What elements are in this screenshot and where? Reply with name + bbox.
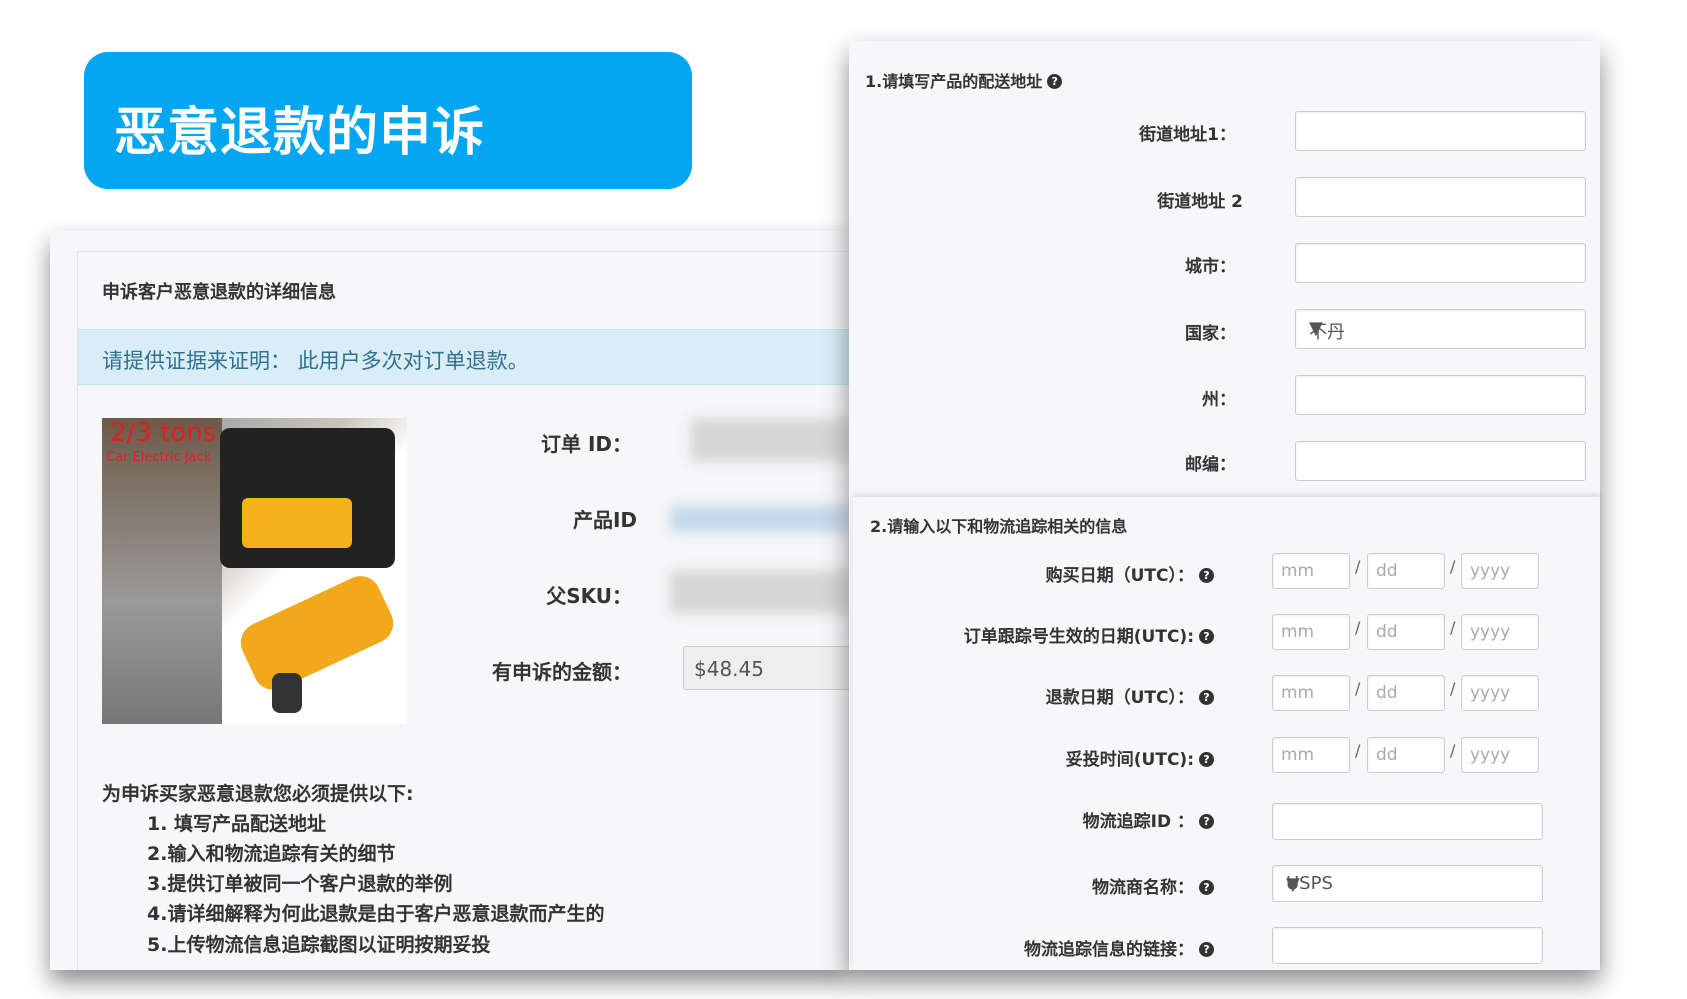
banner-title: 恶意退款的申诉	[114, 103, 486, 163]
date-label: 妥投时间(UTC):?	[914, 745, 1214, 770]
date-separator: /	[1450, 679, 1456, 698]
help-icon[interactable]: ?	[1199, 752, 1214, 767]
instruction-item: 4.请详细解释为何此退款是由于客户恶意退款而产生的	[147, 903, 605, 925]
date-mm-input[interactable]: mm	[1272, 737, 1350, 773]
date-separator: /	[1450, 741, 1456, 760]
panel-heading: 申诉客户恶意退款的详细信息	[102, 282, 336, 303]
street2-label: 街道地址 2	[1157, 192, 1243, 212]
city-label: 城市：	[1185, 257, 1236, 277]
tracking-section-title: 2.请输入以下和物流追踪相关的信息	[870, 517, 1128, 536]
product-id-label: 产品ID	[572, 508, 637, 532]
help-icon[interactable]: ?	[1199, 814, 1214, 829]
date-separator: /	[1355, 679, 1361, 698]
parent-sku-value-redacted	[670, 570, 850, 614]
order-id-value-redacted	[690, 418, 850, 462]
image-subcaption: Car Electric Jack	[106, 450, 212, 465]
chevron-down-icon: ▼	[1309, 318, 1323, 339]
help-icon[interactable]: ?	[1199, 568, 1214, 583]
help-icon[interactable]: ?	[1199, 942, 1214, 957]
address-section-title: 1.请填写产品的配送地址?	[865, 68, 1063, 92]
date-separator: /	[1450, 557, 1456, 576]
help-icon[interactable]: ?	[1047, 74, 1063, 89]
date-dd-input[interactable]: dd	[1367, 614, 1445, 650]
zip-label: 邮编：	[1185, 455, 1236, 475]
parent-sku-label: 父SKU：	[546, 584, 632, 608]
date-mm-input[interactable]: mm	[1272, 553, 1350, 589]
instruction-item: 1. 填写产品配送地址	[147, 813, 327, 835]
amount-label: 有申诉的金额：	[492, 660, 632, 684]
product-id-value-redacted	[670, 505, 850, 533]
date-dd-input[interactable]: dd	[1367, 675, 1445, 711]
instruction-item: 5.上传物流信息追踪截图以证明按期妥投	[147, 934, 491, 956]
date-label: 退款日期（UTC）：?	[914, 683, 1214, 708]
date-yyyy-input[interactable]: yyyy	[1461, 614, 1539, 650]
city-input[interactable]	[1295, 243, 1586, 283]
order-id-label: 订单 ID：	[540, 432, 632, 456]
date-label: 订单跟踪号生效的日期(UTC):?	[914, 622, 1214, 647]
country-select[interactable]: 不丹 ▼	[1295, 309, 1586, 349]
date-yyyy-input[interactable]: yyyy	[1461, 737, 1539, 773]
instruction-item: 2.输入和物流追踪有关的细节	[147, 843, 396, 865]
tracking-id-label: 物流追踪ID ：?	[914, 807, 1214, 832]
amount-value: $48.45	[694, 657, 764, 681]
zip-input[interactable]	[1295, 441, 1586, 481]
date-separator: /	[1450, 618, 1456, 637]
chevron-down-icon: ▼	[1286, 874, 1300, 895]
date-mm-input[interactable]: mm	[1272, 675, 1350, 711]
carrier-select[interactable]: USPS ▼	[1272, 865, 1543, 902]
street1-label: 街道地址1：	[1139, 125, 1236, 145]
date-separator: /	[1355, 741, 1361, 760]
state-label: 州：	[1202, 390, 1236, 410]
date-dd-input[interactable]: dd	[1367, 737, 1445, 773]
tracking-link-label: 物流追踪信息的链接：?	[914, 935, 1214, 960]
instructions-title: 为申诉买家恶意退款您必须提供以下:	[102, 783, 414, 805]
tracking-link-input[interactable]	[1272, 927, 1543, 964]
help-icon[interactable]: ?	[1199, 629, 1214, 644]
instruction-item: 3.提供订单被同一个客户退款的举例	[147, 873, 453, 895]
amount-field: $48.45	[683, 646, 853, 690]
info-alert: 请提供证据来证明： 此用户多次对订单退款。	[78, 329, 850, 385]
date-separator: /	[1355, 618, 1361, 637]
title-banner: 恶意退款的申诉	[84, 52, 692, 189]
help-icon[interactable]: ?	[1199, 880, 1214, 895]
street2-input[interactable]	[1295, 177, 1586, 217]
date-label: 购买日期（UTC）：?	[914, 561, 1214, 586]
date-mm-input[interactable]: mm	[1272, 614, 1350, 650]
country-label: 国家：	[1185, 324, 1236, 344]
street1-input[interactable]	[1295, 111, 1586, 151]
state-input[interactable]	[1295, 375, 1586, 415]
image-caption: 2/3 tons	[110, 418, 217, 448]
tracking-id-input[interactable]	[1272, 803, 1543, 840]
help-icon[interactable]: ?	[1199, 690, 1214, 705]
date-yyyy-input[interactable]: yyyy	[1461, 553, 1539, 589]
date-yyyy-input[interactable]: yyyy	[1461, 675, 1539, 711]
date-separator: /	[1355, 557, 1361, 576]
alert-text: 请提供证据来证明： 此用户多次对订单退款。	[102, 349, 529, 373]
carrier-label: 物流商名称：?	[914, 873, 1214, 898]
date-dd-input[interactable]: dd	[1367, 553, 1445, 589]
product-image: 2/3 tons Car Electric Jack	[102, 418, 407, 724]
